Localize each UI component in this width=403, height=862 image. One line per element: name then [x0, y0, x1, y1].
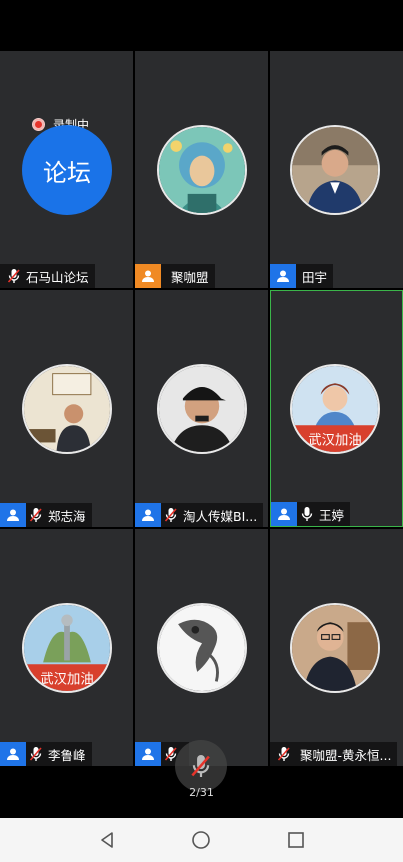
mic-icon: [297, 502, 317, 526]
participant-name: 李鲁峰: [48, 747, 86, 763]
avatar: 武汉加油: [22, 603, 112, 693]
mic-muted-icon: [26, 742, 46, 766]
name-bar: 石马山论坛: [0, 264, 95, 288]
avatar: [290, 603, 380, 693]
video-grid: 录制中 论坛 石马山论坛 聚咖盟 田宇: [0, 51, 403, 766]
participant-tile-4[interactable]: 郑志海: [0, 290, 133, 527]
avatar: [290, 125, 380, 215]
participant-tile-6[interactable]: 武汉加油 王婷: [270, 290, 403, 527]
home-button[interactable]: [186, 825, 216, 855]
participant-tile-9[interactable]: 聚咖盟-黄永恒...: [270, 529, 403, 766]
avatar: 武汉加油: [290, 364, 380, 454]
user-icon: [135, 742, 161, 766]
back-triangle-icon: [101, 832, 113, 848]
recents-button[interactable]: [281, 825, 311, 855]
mic-muted-icon: [191, 755, 210, 777]
back-button[interactable]: [92, 825, 122, 855]
avatar: [157, 603, 247, 693]
page-indicator: 2/31: [189, 786, 214, 799]
participant-tile-2[interactable]: 聚咖盟: [135, 51, 268, 288]
mic-muted-icon: [161, 503, 181, 527]
participant-name: 聚咖盟-黄永恒...: [300, 747, 392, 763]
avatar: [157, 364, 247, 454]
name-bar: 淘人传媒BI...: [135, 503, 264, 527]
name-bar: 郑志海: [0, 503, 92, 527]
participant-name: 聚咖盟: [171, 269, 209, 285]
name-bar: 聚咖盟: [135, 264, 215, 288]
participant-tile-1[interactable]: 录制中 论坛 石马山论坛: [0, 51, 133, 288]
participant-name: 淘人传媒BI...: [183, 508, 258, 524]
participant-name: 王婷: [319, 507, 345, 523]
floating-mic-button[interactable]: [175, 740, 227, 792]
participant-tile-3[interactable]: 田宇: [270, 51, 403, 288]
name-bar: 王婷: [271, 502, 351, 526]
mic-muted-icon: [26, 503, 46, 527]
user-icon: [271, 502, 297, 526]
svg-text:武汉加油: 武汉加油: [40, 671, 93, 687]
name-bar: 聚咖盟-黄永恒...: [270, 742, 398, 766]
home-circle-icon: [192, 831, 211, 849]
participant-name: 田宇: [302, 269, 328, 285]
name-bar: 李鲁峰: [0, 742, 92, 766]
avatar: [157, 125, 247, 215]
avatar-text: 论坛: [43, 158, 91, 187]
mic-muted-icon: [4, 264, 24, 288]
svg-text:武汉加油: 武汉加油: [308, 432, 361, 448]
record-dot-icon: [32, 118, 45, 131]
participant-tile-7[interactable]: 武汉加油 李鲁峰: [0, 529, 133, 766]
system-nav-bar: [0, 818, 403, 862]
participant-tile-5[interactable]: 淘人传媒BI...: [135, 290, 268, 527]
user-icon: [270, 264, 296, 288]
participant-name: 郑志海: [48, 508, 86, 524]
avatar: [22, 364, 112, 454]
name-bar: 田宇: [270, 264, 334, 288]
recents-square-icon: [288, 832, 304, 848]
user-icon: [0, 503, 26, 527]
participant-tile-8[interactable]: [135, 529, 268, 766]
avatar: 论坛: [22, 125, 112, 215]
mic-muted-icon: [274, 742, 294, 766]
user-icon: [135, 503, 161, 527]
participant-name: 石马山论坛: [26, 269, 89, 285]
user-icon: [0, 742, 26, 766]
user-icon: [135, 264, 161, 288]
